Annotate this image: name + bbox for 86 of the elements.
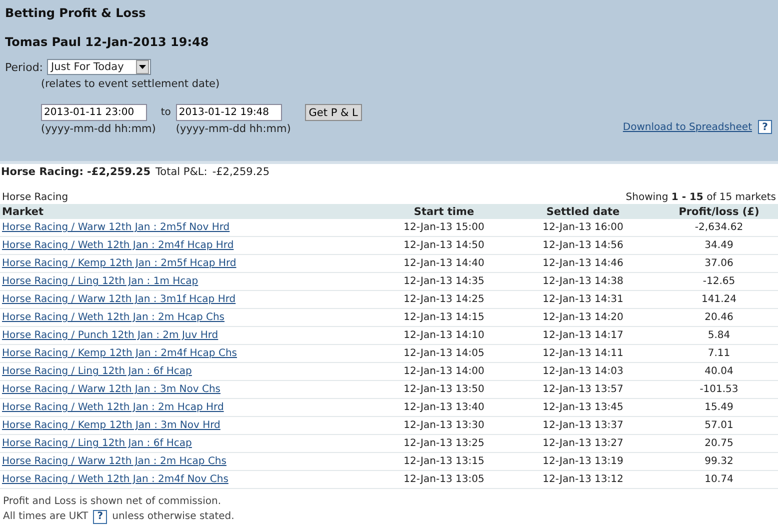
table-cell: 15.49 xyxy=(660,398,778,416)
period-note: (relates to event settlement date) xyxy=(41,78,221,90)
table-cell: 12-Jan-13 13:15 xyxy=(382,452,506,470)
table-cell: 34.49 xyxy=(660,236,778,254)
help-button[interactable]: ? xyxy=(93,510,108,524)
table-cell: 12-Jan-13 13:50 xyxy=(382,380,506,398)
page-title: Betting Profit & Loss xyxy=(5,6,147,22)
table-cell: 12-Jan-13 14:05 xyxy=(382,344,506,362)
market-link[interactable]: Horse Racing / Weth 12th Jan : 2m Hcap Chs xyxy=(2,312,225,323)
table-cell: 7.11 xyxy=(660,344,778,362)
market-link[interactable]: Horse Racing / Punch 12th Jan : 2m Juv Hrd xyxy=(2,330,218,341)
table-cell: 12-Jan-13 13:19 xyxy=(506,452,660,470)
period-label: Period: xyxy=(5,60,44,74)
table-cell: 12-Jan-13 14:17 xyxy=(506,326,660,344)
column-header: Settled date xyxy=(506,204,660,219)
total-value: -£2,259.25 xyxy=(212,166,270,178)
table-cell: 12-Jan-13 13:12 xyxy=(506,470,660,488)
market-link[interactable]: Horse Racing / Weth 12th Jan : 2m Hcap Hrd xyxy=(2,402,224,413)
table-cell: 12-Jan-13 14:20 xyxy=(506,308,660,326)
market-link[interactable]: Horse Racing / Kemp 12th Jan : 2m5f Hcap Hrd xyxy=(2,258,236,269)
table-cell: 12-Jan-13 13:25 xyxy=(382,434,506,452)
table-cell: 99.32 xyxy=(660,452,778,470)
table-cell: 5.84 xyxy=(660,326,778,344)
market-link[interactable]: Horse Racing / Kemp 12th Jan : 3m Nov Hrd xyxy=(2,420,220,431)
table-cell: -2,634.62 xyxy=(660,219,778,236)
table-cell: 12-Jan-13 15:00 xyxy=(382,219,506,236)
times-note: All times are UKT xyxy=(3,510,88,524)
table-cell: 12-Jan-13 14:11 xyxy=(506,344,660,362)
column-header: Profit/loss (£) xyxy=(660,204,778,219)
table-cell: 20.46 xyxy=(660,308,778,326)
table-cell: 10.74 xyxy=(660,470,778,488)
table-cell: -101.53 xyxy=(660,380,778,398)
market-link[interactable]: Horse Racing / Warw 12th Jan : 3m1f Hcap Hrd xyxy=(2,294,236,305)
table-cell: 12-Jan-13 14:46 xyxy=(506,254,660,272)
market-link[interactable]: Horse Racing / Weth 12th Jan : 2m4f Nov Chs xyxy=(2,474,228,485)
table-cell: 12-Jan-13 13:05 xyxy=(382,470,506,488)
market-link[interactable]: Horse Racing / Ling 12th Jan : 6f Hcap xyxy=(2,438,192,449)
table-cell: 12-Jan-13 13:40 xyxy=(382,398,506,416)
table-cell: 141.24 xyxy=(660,290,778,308)
date-format-hint: (yyyy-mm-dd hh:mm) xyxy=(41,123,156,135)
table-cell: 12-Jan-13 16:00 xyxy=(506,219,660,236)
table-cell: 12-Jan-13 14:10 xyxy=(382,326,506,344)
table-cell: 37.06 xyxy=(660,254,778,272)
table-cell: 12-Jan-13 14:56 xyxy=(506,236,660,254)
market-link[interactable]: Horse Racing / Kemp 12th Jan : 2m4f Hcap Chs xyxy=(2,348,237,359)
market-link[interactable]: Horse Racing / Warw 12th Jan : 2m Hcap Chs xyxy=(2,456,226,467)
table-cell: 12-Jan-13 14:38 xyxy=(506,272,660,290)
table-cell: 12-Jan-13 14:50 xyxy=(382,236,506,254)
table-cell: 57.01 xyxy=(660,416,778,434)
table-cell: 12-Jan-13 13:30 xyxy=(382,416,506,434)
table-cell: 12-Jan-13 13:27 xyxy=(506,434,660,452)
table-cell: 12-Jan-13 14:00 xyxy=(382,362,506,380)
commission-note: Profit and Loss is shown net of commission. xyxy=(3,495,222,509)
table-cell: 12-Jan-13 14:35 xyxy=(382,272,506,290)
to-label: to xyxy=(160,107,171,118)
showing-count: Showing 1 - 15 of 15 markets xyxy=(626,192,776,203)
table-cell: 12-Jan-13 14:40 xyxy=(382,254,506,272)
times-note: unless otherwise stated. xyxy=(112,510,234,524)
date-format-hint: (yyyy-mm-dd hh:mm) xyxy=(176,123,291,135)
table-cell: 12-Jan-13 14:15 xyxy=(382,308,506,326)
market-link[interactable]: Horse Racing / Weth 12th Jan : 2m4f Hcap Hrd xyxy=(2,240,234,251)
sport-total: Horse Racing: -£2,259.25 xyxy=(1,166,151,178)
period-dropdown[interactable]: Just For Today xyxy=(47,59,152,75)
table-cell: 12-Jan-13 13:37 xyxy=(506,416,660,434)
date-to-field[interactable]: 2013-01-12 19:48 xyxy=(176,104,282,121)
market-link[interactable]: Horse Racing / Warw 12th Jan : 3m Nov Chs xyxy=(2,384,220,395)
market-link[interactable]: Horse Racing / Ling 12th Jan : 6f Hcap xyxy=(2,366,192,377)
table-cell: -12.65 xyxy=(660,272,778,290)
table-cell: 20.75 xyxy=(660,434,778,452)
help-button[interactable]: ? xyxy=(758,120,772,134)
date-from-field[interactable]: 2013-01-11 23:00 xyxy=(41,104,147,121)
total-label: Total P&L: xyxy=(156,166,208,178)
table-cell: 12-Jan-13 14:03 xyxy=(506,362,660,380)
table-cell: 12-Jan-13 14:31 xyxy=(506,290,660,308)
column-header: Start time xyxy=(382,204,506,219)
market-link[interactable]: Horse Racing / Ling 12th Jan : 1m Hcap xyxy=(2,276,198,287)
section-title: Horse Racing xyxy=(2,192,68,203)
get-pl-button[interactable]: Get P & L xyxy=(304,104,362,121)
table-cell: 12-Jan-13 14:25 xyxy=(382,290,506,308)
table-cell: 40.04 xyxy=(660,362,778,380)
market-link[interactable]: Horse Racing / Warw 12th Jan : 2m5f Nov Hrd xyxy=(2,222,230,233)
table-cell: 12-Jan-13 13:45 xyxy=(506,398,660,416)
download-link[interactable]: Download to Spreadsheet xyxy=(622,122,752,132)
account-title: Tomas Paul 12-Jan-2013 19:48 xyxy=(5,35,210,51)
column-header: Market xyxy=(0,204,382,219)
table-cell: 12-Jan-13 13:57 xyxy=(506,380,660,398)
